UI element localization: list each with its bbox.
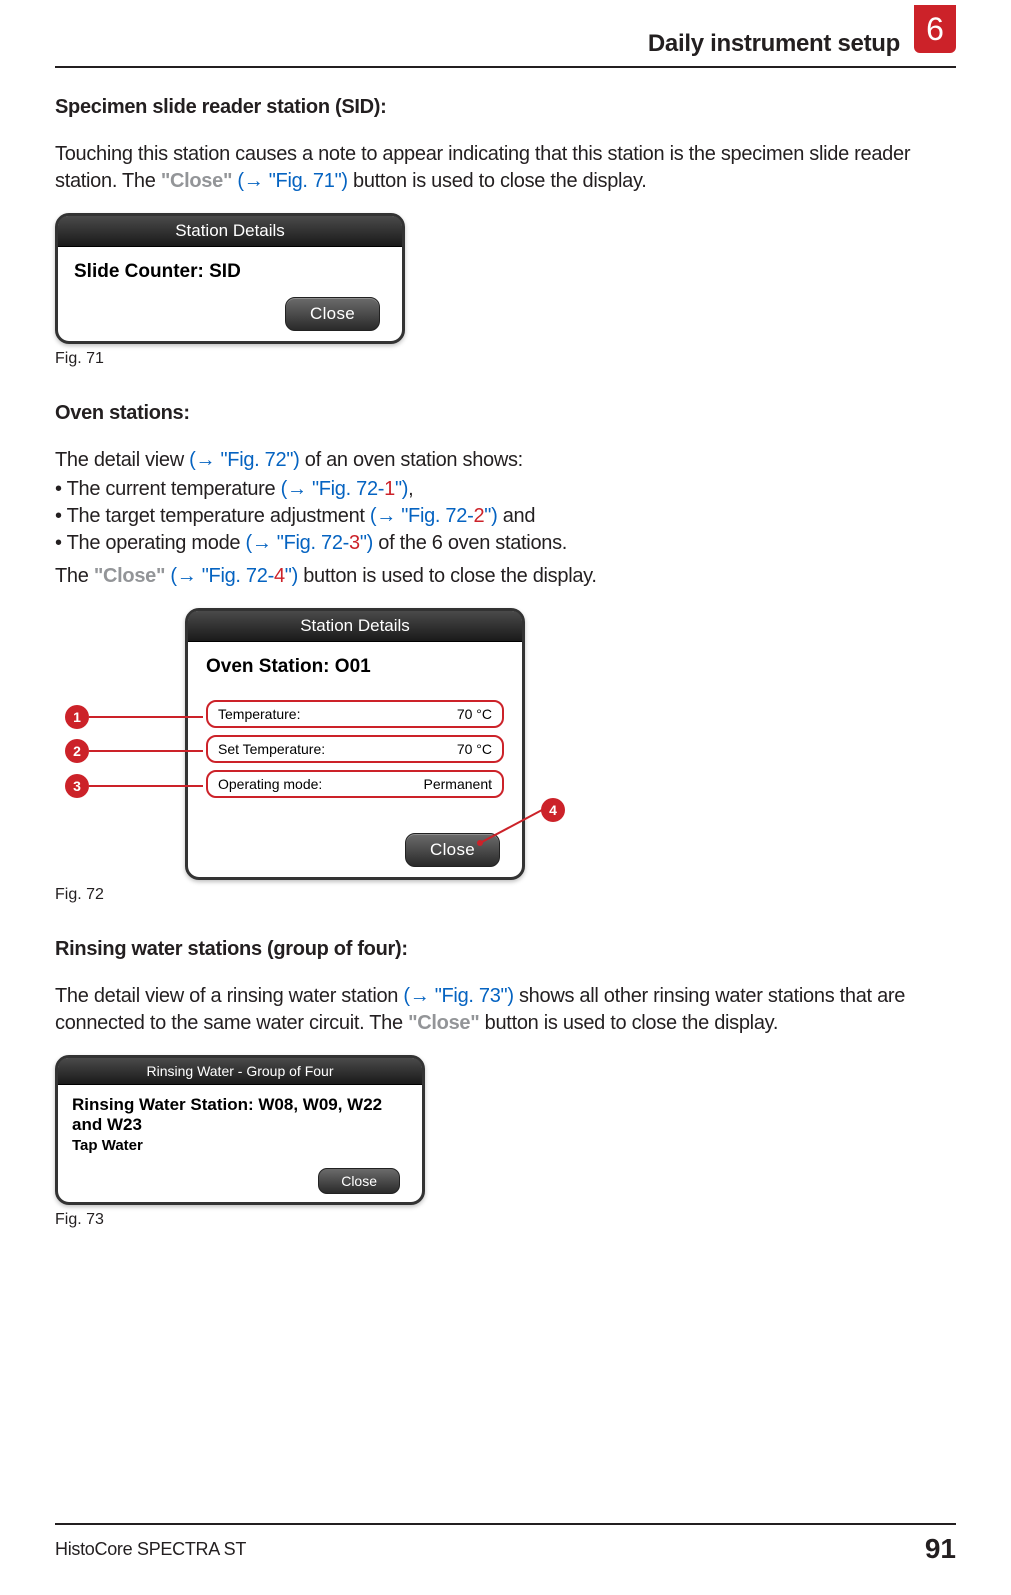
oven-bullet-list: The current temperature (→ "Fig. 72-1"),… — [55, 476, 956, 557]
fig73-xref[interactable]: (→ "Fig. 73") — [403, 985, 513, 1007]
param-row-operating-mode: Operating mode: Permanent — [206, 770, 504, 798]
page-footer: HistoCore SPECTRA ST 91 — [55, 1523, 956, 1565]
section-heading-rinsing: Rinsing water stations (group of four): — [55, 938, 956, 961]
fig71-caption: Fig. 71 — [55, 350, 956, 368]
param-value: 70 °C — [457, 741, 492, 757]
callout-2: 2 — [65, 739, 89, 763]
param-label: Set Temperature: — [218, 741, 325, 757]
dialog-titlebar: Rinsing Water - Group of Four — [58, 1058, 422, 1085]
dialog-heading-sid: Slide Counter: SID — [74, 261, 386, 283]
footer-product-name: HistoCore SPECTRA ST — [55, 1539, 246, 1560]
param-label: Operating mode: — [218, 776, 322, 792]
fig72-caption: Fig. 72 — [55, 886, 956, 904]
fig73-dialog: Rinsing Water - Group of Four Rinsing Wa… — [55, 1055, 425, 1205]
page-header: Daily instrument setup 6 — [55, 30, 956, 68]
section2-intro: The detail view (→ "Fig. 72") of an oven… — [55, 447, 956, 474]
param-row-set-temperature: Set Temperature: 70 °C — [206, 735, 504, 763]
close-button[interactable]: Close — [285, 297, 380, 331]
param-value: Permanent — [424, 776, 492, 792]
fig73-caption: Fig. 73 — [55, 1211, 956, 1229]
callout-3: 3 — [65, 774, 89, 798]
section-heading-sid: Specimen slide reader station (SID): — [55, 96, 956, 119]
footer-page-number: 91 — [925, 1533, 956, 1565]
dialog-heading-oven: Oven Station: O01 — [206, 656, 504, 678]
bullet-item: The target temperature adjustment (→ "Fi… — [55, 503, 956, 530]
param-row-temperature: Temperature: 70 °C — [206, 700, 504, 728]
callout-1: 1 — [65, 705, 89, 729]
fig71-xref[interactable]: "Fig. 71" — [269, 170, 342, 192]
section3-paragraph: The detail view of a rinsing water stati… — [55, 983, 956, 1037]
close-label-ref: "Close" — [161, 170, 232, 192]
chapter-number-badge: 6 — [914, 5, 956, 53]
fig72-figure: Station Details Oven Station: O01 Temper… — [125, 608, 615, 880]
section2-closing: The "Close" (→ "Fig. 72-4") button is us… — [55, 563, 956, 590]
bullet-item: The current temperature (→ "Fig. 72-1"), — [55, 476, 956, 503]
bullet-item: The operating mode (→ "Fig. 72-3") of th… — [55, 530, 956, 557]
callout-4-connector — [480, 808, 550, 848]
rinsing-station-line: Rinsing Water Station: W08, W09, W22 and… — [72, 1095, 408, 1135]
param-value: 70 °C — [457, 706, 492, 722]
dialog-titlebar: Station Details — [58, 216, 402, 247]
dialog-titlebar: Station Details — [188, 611, 522, 642]
section-heading-oven: Oven stations: — [55, 402, 956, 425]
section1-paragraph: Touching this station causes a note to a… — [55, 141, 956, 195]
rinsing-water-type: Tap Water — [72, 1137, 408, 1154]
param-label: Temperature: — [218, 706, 300, 722]
fig72-xref[interactable]: (→ "Fig. 72") — [189, 449, 299, 471]
chapter-title: Daily instrument setup — [648, 30, 900, 58]
fig71-dialog: Station Details Slide Counter: SID Close — [55, 213, 405, 344]
close-button[interactable]: Close — [318, 1168, 400, 1194]
